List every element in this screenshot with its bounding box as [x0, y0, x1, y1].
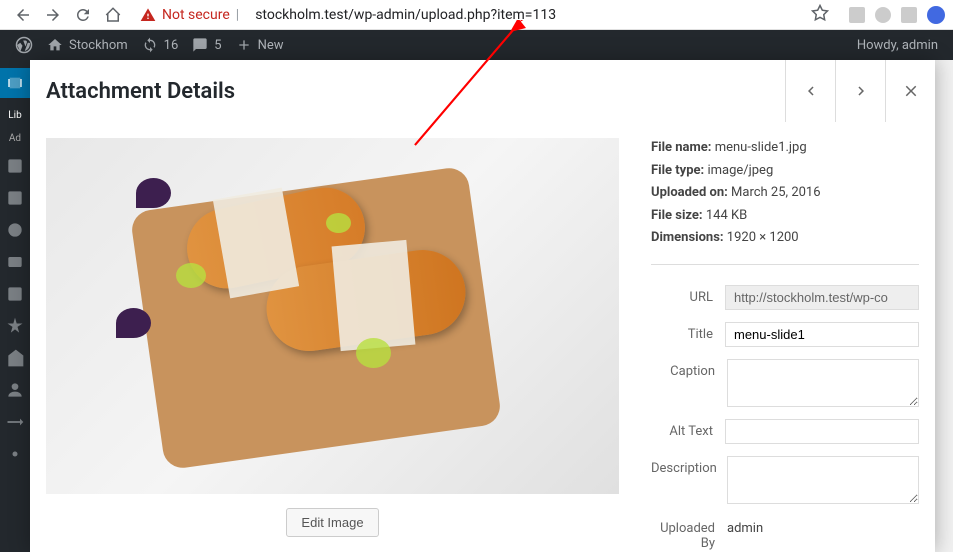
caption-textarea[interactable]	[727, 359, 919, 407]
sidebar-icon[interactable]	[5, 316, 25, 336]
howdy-user[interactable]: Howdy, admin	[857, 38, 938, 53]
sidebar-icon[interactable]	[5, 252, 25, 272]
title-input[interactable]	[725, 322, 919, 347]
filetype-value: image/jpeg	[707, 163, 773, 178]
bookmark-star-icon[interactable]	[811, 4, 829, 26]
new-content-link[interactable]: New	[236, 37, 284, 53]
sidebar-icon[interactable]	[5, 284, 25, 304]
uploaded-value: March 25, 2016	[731, 185, 821, 200]
media-menu-icon[interactable]	[0, 68, 30, 98]
home-button[interactable]	[101, 3, 125, 27]
filetype-label: File type:	[651, 163, 704, 178]
sidebar-icon[interactable]	[5, 412, 25, 432]
wp-sidebar: Lib Ad	[0, 60, 30, 552]
site-link[interactable]: Stockhom	[47, 37, 128, 53]
address-bar[interactable]: Not secure | stockholm.test/wp-admin/upl…	[140, 7, 811, 23]
uploadedby-value: admin	[727, 516, 763, 551]
dimensions-value: 1920 × 1200	[727, 230, 799, 245]
library-label[interactable]: Lib	[8, 110, 21, 121]
url-text: stockholm.test/wp-admin/upload.php?item=…	[255, 7, 556, 23]
alttext-input[interactable]	[725, 419, 919, 444]
description-label: Description	[651, 456, 727, 476]
divider	[651, 264, 919, 265]
dimensions-label: Dimensions:	[651, 230, 724, 245]
attachment-image	[46, 138, 619, 494]
wp-admin-bar: Stockhom 16 5 New Howdy, admin	[0, 30, 953, 60]
filesize-label: File size:	[651, 208, 703, 223]
extension-icon[interactable]	[901, 7, 917, 23]
modal-title: Attachment Details	[46, 79, 785, 104]
close-modal-button[interactable]	[885, 60, 935, 122]
uploaded-label: Uploaded on:	[651, 185, 728, 200]
media-preview: Edit Image	[30, 122, 635, 552]
extension-icons	[849, 6, 945, 24]
comments-link[interactable]: 5	[192, 37, 221, 53]
sidebar-icon[interactable]	[5, 220, 25, 240]
sidebar-icon[interactable]	[5, 348, 25, 368]
wp-logo-icon[interactable]	[15, 36, 33, 54]
attachment-details-modal: Attachment Details	[30, 60, 935, 552]
modal-header: Attachment Details	[30, 60, 935, 122]
caption-label: Caption	[651, 359, 727, 379]
extension-icon[interactable]	[875, 7, 891, 23]
not-secure-warning: Not secure	[140, 7, 230, 23]
url-divider: |	[236, 7, 239, 23]
browser-toolbar: Not secure | stockholm.test/wp-admin/upl…	[0, 0, 953, 30]
profile-avatar[interactable]	[927, 6, 945, 24]
addnew-label[interactable]: Ad	[9, 133, 21, 144]
filename-label: File name:	[651, 140, 711, 155]
update-count: 16	[164, 38, 179, 53]
reload-button[interactable]	[71, 3, 95, 27]
next-attachment-button[interactable]	[835, 60, 885, 122]
forward-button[interactable]	[41, 3, 65, 27]
url-label: URL	[651, 285, 725, 305]
url-input[interactable]	[725, 285, 919, 310]
edit-image-button[interactable]: Edit Image	[286, 508, 378, 537]
prev-attachment-button[interactable]	[785, 60, 835, 122]
description-textarea[interactable]	[727, 456, 919, 504]
new-label: New	[258, 38, 284, 53]
sidebar-icon[interactable]	[5, 380, 25, 400]
comment-count: 5	[214, 38, 221, 53]
sidebar-icon[interactable]	[5, 444, 25, 464]
sidebar-icon[interactable]	[5, 156, 25, 176]
updates-link[interactable]: 16	[142, 37, 179, 53]
site-name: Stockhom	[69, 38, 128, 53]
title-label: Title	[651, 322, 725, 342]
extension-icon[interactable]	[849, 7, 865, 23]
details-panel: File name: menu-slide1.jpg File type: im…	[635, 122, 935, 552]
back-button[interactable]	[11, 3, 35, 27]
filesize-value: 144 KB	[706, 208, 747, 223]
sidebar-icon[interactable]	[5, 188, 25, 208]
not-secure-text: Not secure	[162, 7, 230, 23]
alttext-label: Alt Text	[651, 419, 725, 439]
filename-value: menu-slide1.jpg	[715, 140, 807, 155]
uploadedby-label: Uploaded By	[651, 516, 727, 551]
